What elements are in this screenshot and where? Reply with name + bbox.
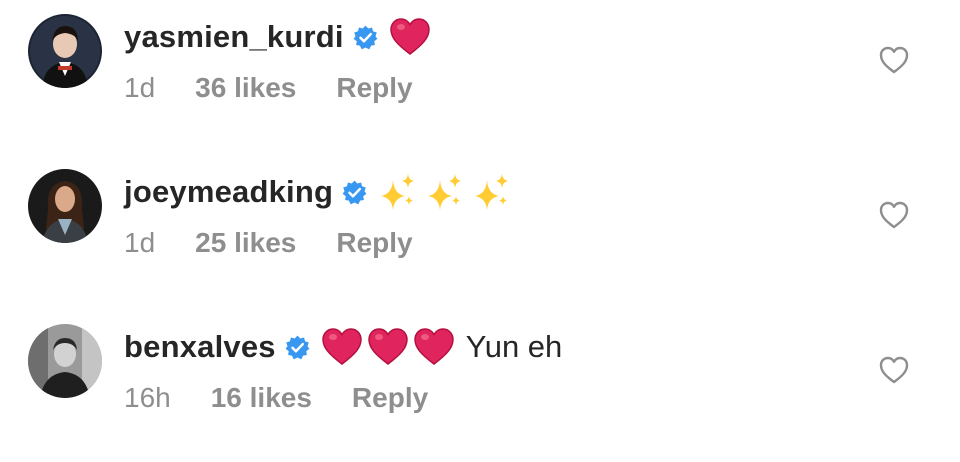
comment-item: benxalves Yun eh 16h 16 likes Reply xyxy=(0,310,960,460)
sparkles-icon xyxy=(473,172,511,212)
verified-badge-icon xyxy=(285,335,310,360)
comment-header: joeymeadking xyxy=(124,169,520,215)
comment-meta: 16h 16 likes Reply xyxy=(124,382,428,414)
avatar[interactable] xyxy=(28,14,102,88)
reply-button[interactable]: Reply xyxy=(336,227,412,259)
likes-count[interactable]: 16 likes xyxy=(211,382,312,414)
timestamp[interactable]: 16h xyxy=(124,382,171,414)
comment-item: yasmien_kurdi 1d 36 likes Reply xyxy=(0,0,960,150)
heart-outline-icon[interactable] xyxy=(879,356,909,384)
red-heart-icon xyxy=(367,328,408,366)
comment-emojis xyxy=(321,328,460,366)
username-link[interactable]: joeymeadking xyxy=(124,174,333,210)
timestamp[interactable]: 1d xyxy=(124,227,155,259)
verified-badge-icon xyxy=(353,25,378,50)
comment-meta: 1d 36 likes Reply xyxy=(124,72,413,104)
comment-text: Yun eh xyxy=(465,329,563,364)
likes-count[interactable]: 25 likes xyxy=(195,227,296,259)
comment-header: benxalves Yun eh xyxy=(124,324,562,370)
comment-emojis xyxy=(379,172,520,212)
red-heart-icon xyxy=(413,328,454,366)
reply-button[interactable]: Reply xyxy=(352,382,428,414)
username-link[interactable]: yasmien_kurdi xyxy=(124,19,344,55)
avatar-image xyxy=(28,324,102,398)
red-heart-icon xyxy=(321,328,362,366)
comment-header: yasmien_kurdi xyxy=(124,14,436,60)
comment-meta: 1d 25 likes Reply xyxy=(124,227,413,259)
username-link[interactable]: benxalves xyxy=(124,329,276,365)
verified-badge-icon xyxy=(342,180,367,205)
likes-count[interactable]: 36 likes xyxy=(195,72,296,104)
heart-outline-icon[interactable] xyxy=(879,201,909,229)
avatar[interactable] xyxy=(28,324,102,398)
sparkles-icon xyxy=(379,172,417,212)
sparkles-icon xyxy=(426,172,464,212)
comment-emojis xyxy=(389,18,436,56)
heart-outline-icon[interactable] xyxy=(879,46,909,74)
red-heart-icon xyxy=(389,18,430,56)
comment-item: joeymeadking 1d 25 likes Reply xyxy=(0,155,960,305)
avatar[interactable] xyxy=(28,169,102,243)
avatar-image xyxy=(28,169,102,243)
avatar-image xyxy=(28,14,102,88)
reply-button[interactable]: Reply xyxy=(336,72,412,104)
timestamp[interactable]: 1d xyxy=(124,72,155,104)
